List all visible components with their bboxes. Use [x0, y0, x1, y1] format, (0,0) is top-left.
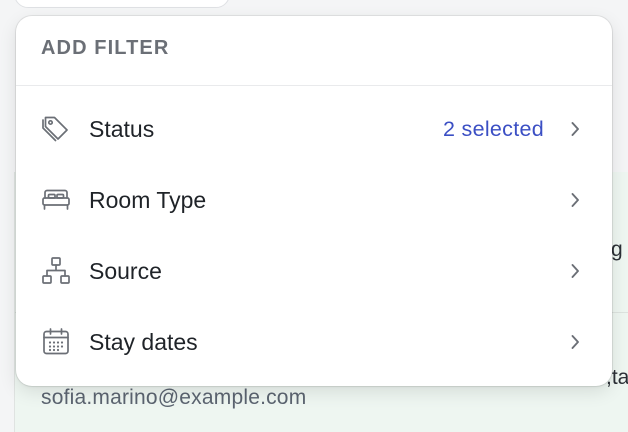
filter-option-room-type[interactable]: Room Type — [16, 165, 612, 235]
background-guest-email: sofia.marino@example.com — [41, 386, 307, 409]
selection-count: 2 selected — [442, 116, 544, 141]
sitemap-icon — [40, 255, 72, 287]
tag-icon — [40, 113, 72, 145]
filter-option-label: Stay dates — [89, 328, 198, 355]
filter-option-label: Source — [89, 257, 162, 284]
chevron-right-icon — [568, 191, 582, 209]
background-cell-fragment: g — [611, 238, 623, 261]
popover-header: ADD FILTER — [16, 16, 612, 86]
calendar-icon — [40, 326, 72, 358]
filter-option-source[interactable]: Source — [16, 236, 612, 306]
filter-option-label: Status — [89, 115, 155, 142]
chevron-right-icon — [568, 120, 582, 138]
chevron-right-icon — [568, 262, 582, 280]
add-filter-popover: ADD FILTER Status 2 selected Room Type S… — [16, 16, 612, 386]
bed-icon — [40, 184, 72, 216]
popover-title: ADD FILTER — [41, 37, 170, 59]
filter-option-label: Room Type — [89, 186, 207, 213]
chevron-right-icon — [568, 333, 582, 351]
filter-option-stay-dates[interactable]: Stay dates — [16, 307, 612, 377]
background-filter-pill[interactable] — [14, 0, 230, 8]
filter-option-status[interactable]: Status 2 selected — [16, 94, 612, 164]
